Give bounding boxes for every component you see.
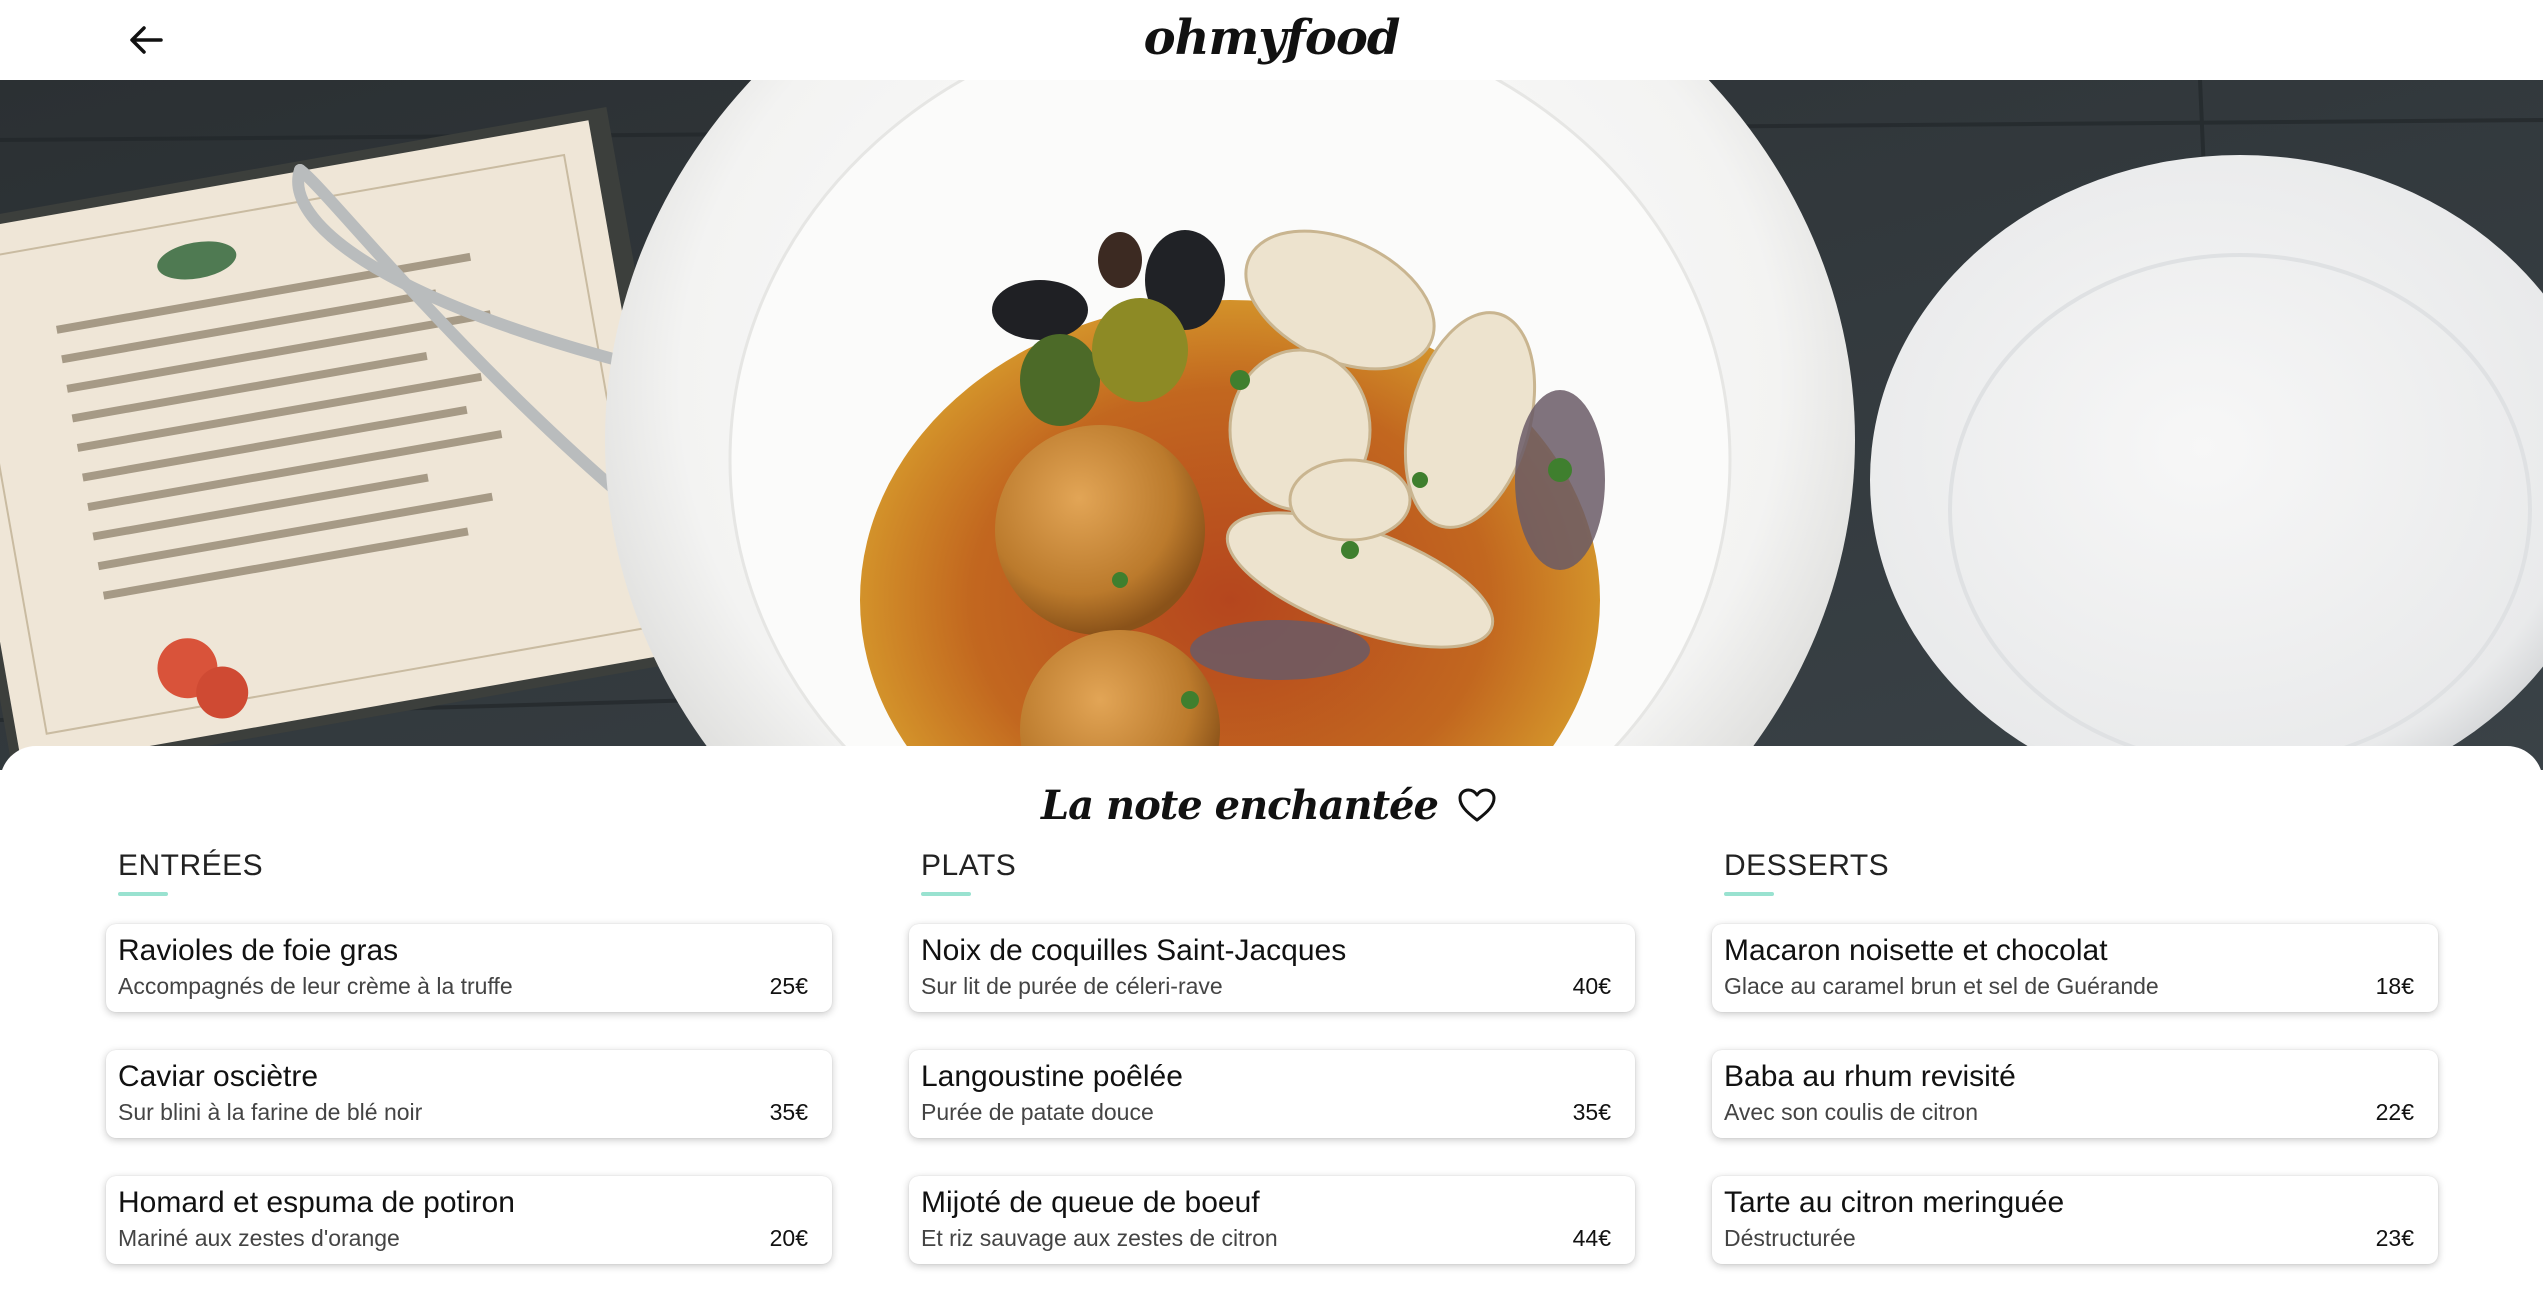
dish-name: Noix de coquilles Saint-Jacques xyxy=(921,934,1347,967)
dish-description: Mariné aux zestes d'orange xyxy=(118,1225,400,1251)
logo-text[interactable]: ohmyfood xyxy=(1144,10,1401,66)
dish-name: Homard et espuma de potiron xyxy=(118,1186,515,1219)
dish-price: 35€ xyxy=(769,1099,808,1125)
dish-card[interactable]: Langoustine poêlée Purée de patate douce… xyxy=(909,1050,1635,1138)
dish-description: Accompagnés de leur crème à la truffe xyxy=(118,973,513,999)
dish-price: 18€ xyxy=(2375,973,2414,999)
section-title: ENTRÉES xyxy=(118,849,264,882)
section-underline xyxy=(1724,892,1774,896)
arrow-left-icon xyxy=(130,26,163,54)
dish-card[interactable]: Mijoté de queue de boeuf Et riz sauvage … xyxy=(909,1176,1635,1264)
dish-price: 40€ xyxy=(1572,973,1611,999)
section-title: PLATS xyxy=(921,849,1017,882)
dish-name: Tarte au citron meringuée xyxy=(1724,1186,2065,1219)
restaurant-name: La note enchantée xyxy=(1041,781,1439,829)
restaurant-title-row: La note enchantée xyxy=(0,770,2543,840)
dish-description: Et riz sauvage aux zestes de citron xyxy=(921,1225,1278,1251)
dish-price: 35€ xyxy=(1572,1099,1611,1125)
dish-card[interactable]: Macaron noisette et chocolat Glace au ca… xyxy=(1712,924,2438,1012)
top-header: ohmyfood xyxy=(0,0,2543,80)
dish-description: Avec son coulis de citron xyxy=(1724,1099,1978,1125)
dish-name: Macaron noisette et chocolat xyxy=(1724,934,2108,967)
dish-description: Glace au caramel brun et sel de Guérande xyxy=(1724,973,2159,999)
dish-name: Langoustine poêlée xyxy=(921,1060,1183,1093)
dish-description: Déstructurée xyxy=(1724,1225,1856,1251)
dish-card[interactable]: Noix de coquilles Saint-Jacques Sur lit … xyxy=(909,924,1635,1012)
dish-name: Mijoté de queue de boeuf xyxy=(921,1186,1260,1219)
dish-price: 25€ xyxy=(769,973,808,999)
dish-name: Baba au rhum revisité xyxy=(1724,1060,2016,1093)
logo: ohmyfood xyxy=(0,0,2543,78)
section-entrees: ENTRÉES Ravioles de foie gras Accompagné… xyxy=(106,846,832,1264)
dish-card[interactable]: Ravioles de foie gras Accompagnés de leu… xyxy=(106,924,832,1012)
dish-price: 44€ xyxy=(1572,1225,1611,1251)
dish-card[interactable]: Tarte au citron meringuée Déstructurée 2… xyxy=(1712,1176,2438,1264)
menu-panel: La note enchantée ENTRÉES Ravioles de fo… xyxy=(0,746,2543,1295)
section-underline xyxy=(118,892,168,896)
dish-description: Sur lit de purée de céleri-rave xyxy=(921,973,1223,999)
section-underline xyxy=(921,892,971,896)
heart-outline-icon xyxy=(1458,788,1496,822)
section-plats: PLATS Noix de coquilles Saint-Jacques Su… xyxy=(909,846,1635,1264)
section-desserts: DESSERTS Macaron noisette et chocolat Gl… xyxy=(1712,846,2438,1264)
dish-card[interactable]: Homard et espuma de potiron Mariné aux z… xyxy=(106,1176,832,1264)
favorite-button[interactable] xyxy=(1452,780,1502,830)
dish-price: 23€ xyxy=(2375,1225,2414,1251)
dish-card[interactable]: Caviar osciètre Sur blini à la farine de… xyxy=(106,1050,832,1138)
dish-price: 20€ xyxy=(769,1225,808,1251)
dish-description: Sur blini à la farine de blé noir xyxy=(118,1099,423,1125)
dish-name: Caviar osciètre xyxy=(118,1060,319,1093)
section-title: DESSERTS xyxy=(1724,849,1890,882)
dish-description: Purée de patate douce xyxy=(921,1099,1154,1125)
dish-card[interactable]: Baba au rhum revisité Avec son coulis de… xyxy=(1712,1050,2438,1138)
dish-name: Ravioles de foie gras xyxy=(118,934,399,967)
hero-image xyxy=(0,80,2543,770)
back-button[interactable] xyxy=(118,16,174,64)
dish-price: 22€ xyxy=(2375,1099,2414,1125)
